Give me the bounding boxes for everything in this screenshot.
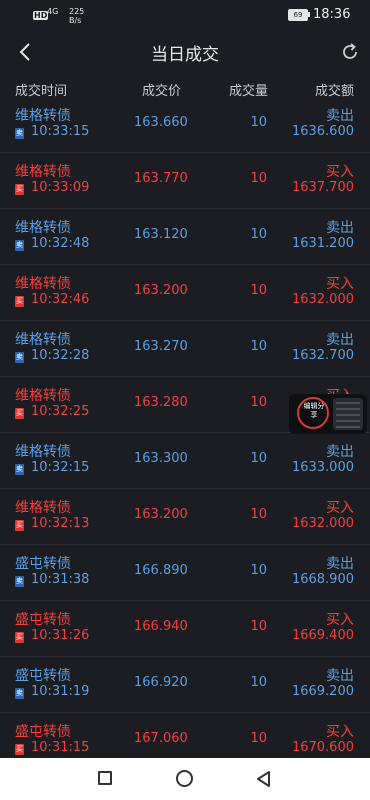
trade-row[interactable]: 维格转债买 10:33:09 163.770 10 买入 1637.700 (0, 153, 370, 209)
trade-amount: 1632.000 (291, 292, 354, 307)
trade-side: 买入 (326, 276, 354, 292)
trade-amount: 1637.700 (291, 180, 354, 195)
trade-amount: 1633.000 (291, 460, 354, 475)
trade-row[interactable]: 维格转债卖 10:32:48 163.120 10 卖出 1631.200 (0, 209, 370, 265)
trade-volume: 10 (250, 619, 267, 634)
network-speed: 225 B/s (69, 7, 84, 25)
trade-row[interactable]: 盛屯转债卖 10:31:19 166.920 10 卖出 1669.200 (0, 657, 370, 713)
trade-row[interactable]: 维格转债买 10:32:13 163.200 10 买入 1632.000 (0, 489, 370, 545)
trade-volume: 10 (250, 283, 267, 298)
trade-volume: 10 (250, 731, 267, 746)
battery-icon: 69 (288, 9, 308, 21)
trade-amount: 1670.600 (291, 740, 354, 755)
triangle-back-icon[interactable] (255, 770, 273, 788)
trade-side: 卖出 (326, 444, 354, 460)
network-speed-unit: B/s (69, 16, 82, 25)
trade-amount: 1632.000 (291, 516, 354, 531)
trade-amount: 1669.400 (291, 628, 354, 643)
floating-widget-label: 编辑分享 (303, 402, 325, 419)
trade-row[interactable]: 维格转债卖 10:33:15 163.660 10 卖出 1636.600 (0, 97, 370, 153)
trade-side: 卖出 (326, 220, 354, 236)
trade-volume: 10 (250, 675, 267, 690)
trade-side: 卖出 (326, 108, 354, 124)
trade-side: 买入 (326, 164, 354, 180)
trade-volume: 10 (250, 507, 267, 522)
signal-indicator: 4G (47, 7, 59, 16)
trade-side: 买入 (326, 500, 354, 516)
square-icon[interactable] (98, 771, 112, 785)
system-nav-bar (0, 758, 370, 800)
trade-side: 买入 (326, 612, 354, 628)
network-speed-value: 225 (69, 7, 85, 16)
screenshot-thumbnail[interactable] (333, 398, 363, 430)
trade-volume: 10 (250, 339, 267, 354)
trade-amount: 1632.700 (291, 348, 354, 363)
page-title: 当日成交 (151, 45, 219, 65)
trade-side: 卖出 (326, 332, 354, 348)
trade-amount: 1631.200 (291, 236, 354, 251)
app-header: 当日成交 (0, 30, 370, 72)
trade-volume: 10 (250, 227, 267, 242)
trade-side: 买入 (326, 724, 354, 740)
status-clock: 18:36 (313, 7, 351, 22)
floating-share-widget[interactable]: 编辑分享 (289, 394, 367, 434)
trade-volume: 10 (250, 451, 267, 466)
trade-side: 卖出 (326, 556, 354, 572)
trade-amount: 1669.200 (291, 684, 354, 699)
refresh-icon[interactable] (340, 42, 360, 62)
trade-side: 卖出 (326, 668, 354, 684)
trade-amount: 1668.900 (291, 572, 354, 587)
circle-icon[interactable] (176, 770, 193, 787)
trade-amount: 1636.600 (291, 124, 354, 139)
status-bar: HD 4G 225 B/s 69 18:36 (0, 0, 370, 30)
trade-volume: 10 (250, 395, 267, 410)
trade-row[interactable]: 盛屯转债买 10:31:26 166.940 10 买入 1669.400 (0, 601, 370, 657)
trade-row[interactable]: 维格转债买 10:32:46 163.200 10 买入 1632.000 (0, 265, 370, 321)
battery-cap (308, 12, 310, 17)
trade-volume: 10 (250, 115, 267, 130)
trade-row[interactable]: 盛屯转债卖 10:31:38 166.890 10 卖出 1668.900 (0, 545, 370, 601)
trade-row[interactable]: 维格转债卖 10:32:15 163.300 10 卖出 1633.000 (0, 433, 370, 489)
trade-volume: 10 (250, 563, 267, 578)
trade-row[interactable]: 维格转债卖 10:32:28 163.270 10 卖出 1632.700 (0, 321, 370, 377)
trade-volume: 10 (250, 171, 267, 186)
